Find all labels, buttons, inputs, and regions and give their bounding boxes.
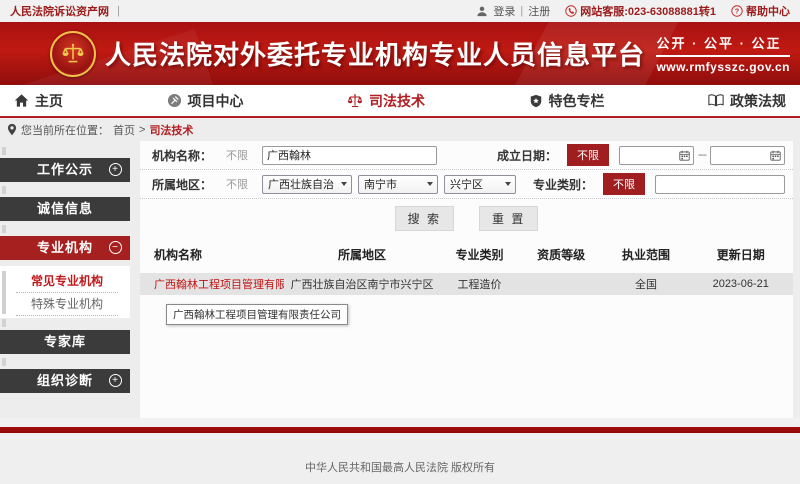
home-icon [14, 93, 29, 108]
header-scope: 执业范围 [604, 246, 689, 263]
sidebar-item-professional-institutions[interactable]: 专业机构 − [0, 236, 130, 260]
footer: 中华人民共和国最高人民法院 版权所有 [0, 433, 800, 484]
platform-title: 人民法院对外委托专业机构专业人员信息平台 [105, 35, 645, 72]
header-grade: 资质等级 [519, 246, 604, 263]
org-name-tooltip: 广西翰林工程项目管理有限责任公司 [166, 304, 348, 325]
submenu-item-special-institutions[interactable]: 特殊专业机构 [16, 293, 118, 316]
org-name-label: 机构名称： [152, 147, 212, 164]
page: 人民法院诉讼资产网 | 登录 | 注册 网站客服:023-63088881转1 … [0, 0, 800, 484]
content-panel: 机构名称： 不限 成立日期： 不限 --- [140, 141, 793, 418]
chevron-down-icon [505, 182, 511, 186]
cell-scope: 全国 [604, 276, 689, 292]
founded-date-unlimited-button[interactable]: 不限 [567, 144, 609, 166]
sidebar-item-organization-diagnosis[interactable]: 组织诊断 + [0, 369, 130, 393]
search-button[interactable]: 搜 索 [395, 206, 454, 231]
cell-category: 工程造价 [440, 276, 518, 292]
region-label: 所属地区： [152, 176, 212, 193]
nav-item-judicial-technology[interactable]: 司法技术 [347, 91, 425, 111]
court-emblem-logo [50, 31, 96, 77]
results-table-header: 机构名称 所属地区 专业类别 资质等级 执业范围 更新日期 [140, 237, 793, 273]
founded-date-label: 成立日期： [497, 147, 557, 164]
date-range-separator: --- [698, 149, 706, 161]
breadcrumb-home-link[interactable]: 首页 [113, 122, 135, 138]
customer-service-text: 网站客服:023-63088881转1 [580, 3, 716, 19]
breadcrumb-separator: > [139, 124, 145, 136]
region-unlimited-option[interactable]: 不限 [226, 176, 248, 192]
header-region: 所属地区 [284, 246, 441, 263]
site-banner: 人民法院对外委托专业机构专业人员信息平台 公开 · 公平 · 公正 www.rm… [0, 22, 800, 85]
svg-text:?: ? [735, 7, 740, 16]
shield-star-icon [529, 94, 543, 108]
sidebar-item-work-publicity[interactable]: 工作公示 + [0, 158, 130, 182]
calendar-icon[interactable] [679, 150, 690, 161]
sidebar-item-integrity-info[interactable]: 诚信信息 [0, 197, 130, 221]
expand-icon[interactable]: + [109, 374, 122, 387]
city-select[interactable]: 南宁市 [358, 175, 438, 194]
location-pin-icon [7, 123, 17, 136]
copyright-text: 中华人民共和国最高人民法院 版权所有 [305, 462, 495, 474]
book-icon [708, 94, 724, 107]
founded-date-to-field[interactable] [710, 146, 785, 165]
main-area: 工作公示 + 诚信信息 专业机构 − 常见专业机构 特殊专业机构 专家库 组织诊… [0, 141, 800, 418]
founded-date-from-field[interactable] [619, 146, 694, 165]
cell-region: 广西壮族自治区南宁市兴宁区 [284, 276, 441, 292]
category-unlimited-button[interactable]: 不限 [603, 173, 645, 195]
breadcrumb-current: 司法技术 [149, 122, 193, 138]
scales-icon [347, 93, 363, 109]
login-register-separator: | [520, 5, 523, 17]
register-link[interactable]: 注册 [528, 3, 550, 19]
province-select[interactable]: 广西壮族自治 [262, 175, 352, 194]
topbar-separator: | [117, 5, 120, 17]
chevron-down-icon [427, 182, 433, 186]
sidebar-item-expert-library[interactable]: 专家库 [0, 330, 130, 354]
org-name-unlimited-option[interactable]: 不限 [226, 147, 248, 163]
header-org-name: 机构名称 [140, 246, 284, 263]
org-name-input[interactable] [262, 146, 437, 165]
category-input[interactable] [655, 175, 785, 194]
gavel-circle-icon [167, 93, 182, 108]
district-select[interactable]: 兴宁区 [444, 175, 516, 194]
phone-icon [565, 5, 577, 17]
form-row-org-name: 机构名称： 不限 成立日期： 不限 --- [140, 141, 793, 170]
nav-item-policies[interactable]: 政策法规 [708, 91, 786, 111]
form-row-region: 所属地区： 不限 广西壮族自治 南宁市 兴宁区 专业类别： 不限 [140, 170, 793, 199]
table-row[interactable]: 广西翰林工程项目管理有限责任... 广西壮族自治区南宁市兴宁区 工程造价 全国 … [140, 273, 793, 295]
category-label: 专业类别： [533, 176, 593, 193]
cell-org-name[interactable]: 广西翰林工程项目管理有限责任... [140, 276, 284, 292]
footer-gap [0, 418, 800, 427]
professional-institutions-submenu: 常见专业机构 特殊专业机构 [0, 266, 130, 318]
calendar-icon[interactable] [770, 150, 781, 161]
login-link[interactable]: 登录 [493, 3, 515, 19]
form-actions: 搜 索 重 置 [140, 199, 793, 237]
nav-item-project-center[interactable]: 项目中心 [167, 91, 244, 111]
nav-item-featured-columns[interactable]: 特色专栏 [529, 91, 605, 111]
reset-button[interactable]: 重 置 [479, 206, 538, 231]
banner-slogan: 公开 · 公平 · 公正 [656, 33, 790, 57]
help-center-link[interactable]: 帮助中心 [746, 3, 790, 19]
breadcrumb: 您当前所在位置： 首页 > 司法技术 [0, 118, 800, 141]
user-icon [476, 5, 488, 17]
chevron-down-icon [341, 182, 347, 186]
expand-icon[interactable]: + [109, 163, 122, 176]
header-category: 专业类别 [440, 246, 518, 263]
collapse-icon[interactable]: − [109, 241, 122, 254]
litigation-assets-site-link[interactable]: 人民法院诉讼资产网 [10, 3, 109, 19]
top-utility-bar: 人民法院诉讼资产网 | 登录 | 注册 网站客服:023-63088881转1 … [0, 0, 800, 22]
cell-updated: 2023-06-21 [688, 278, 792, 290]
nav-item-home[interactable]: 主页 [14, 91, 63, 111]
header-updated: 更新日期 [688, 246, 792, 263]
founded-date-from-input[interactable] [623, 149, 679, 161]
main-nav: 主页 项目中心 司法技术 [0, 85, 800, 118]
banner-site-url: www.rmfysszc.gov.cn [656, 60, 790, 74]
founded-date-to-input[interactable] [714, 149, 770, 161]
sidebar: 工作公示 + 诚信信息 专业机构 − 常见专业机构 特殊专业机构 专家库 组织诊… [0, 141, 130, 418]
submenu-item-common-institutions[interactable]: 常见专业机构 [16, 270, 118, 293]
breadcrumb-prefix: 您当前所在位置： [21, 122, 109, 138]
help-icon: ? [731, 5, 743, 17]
